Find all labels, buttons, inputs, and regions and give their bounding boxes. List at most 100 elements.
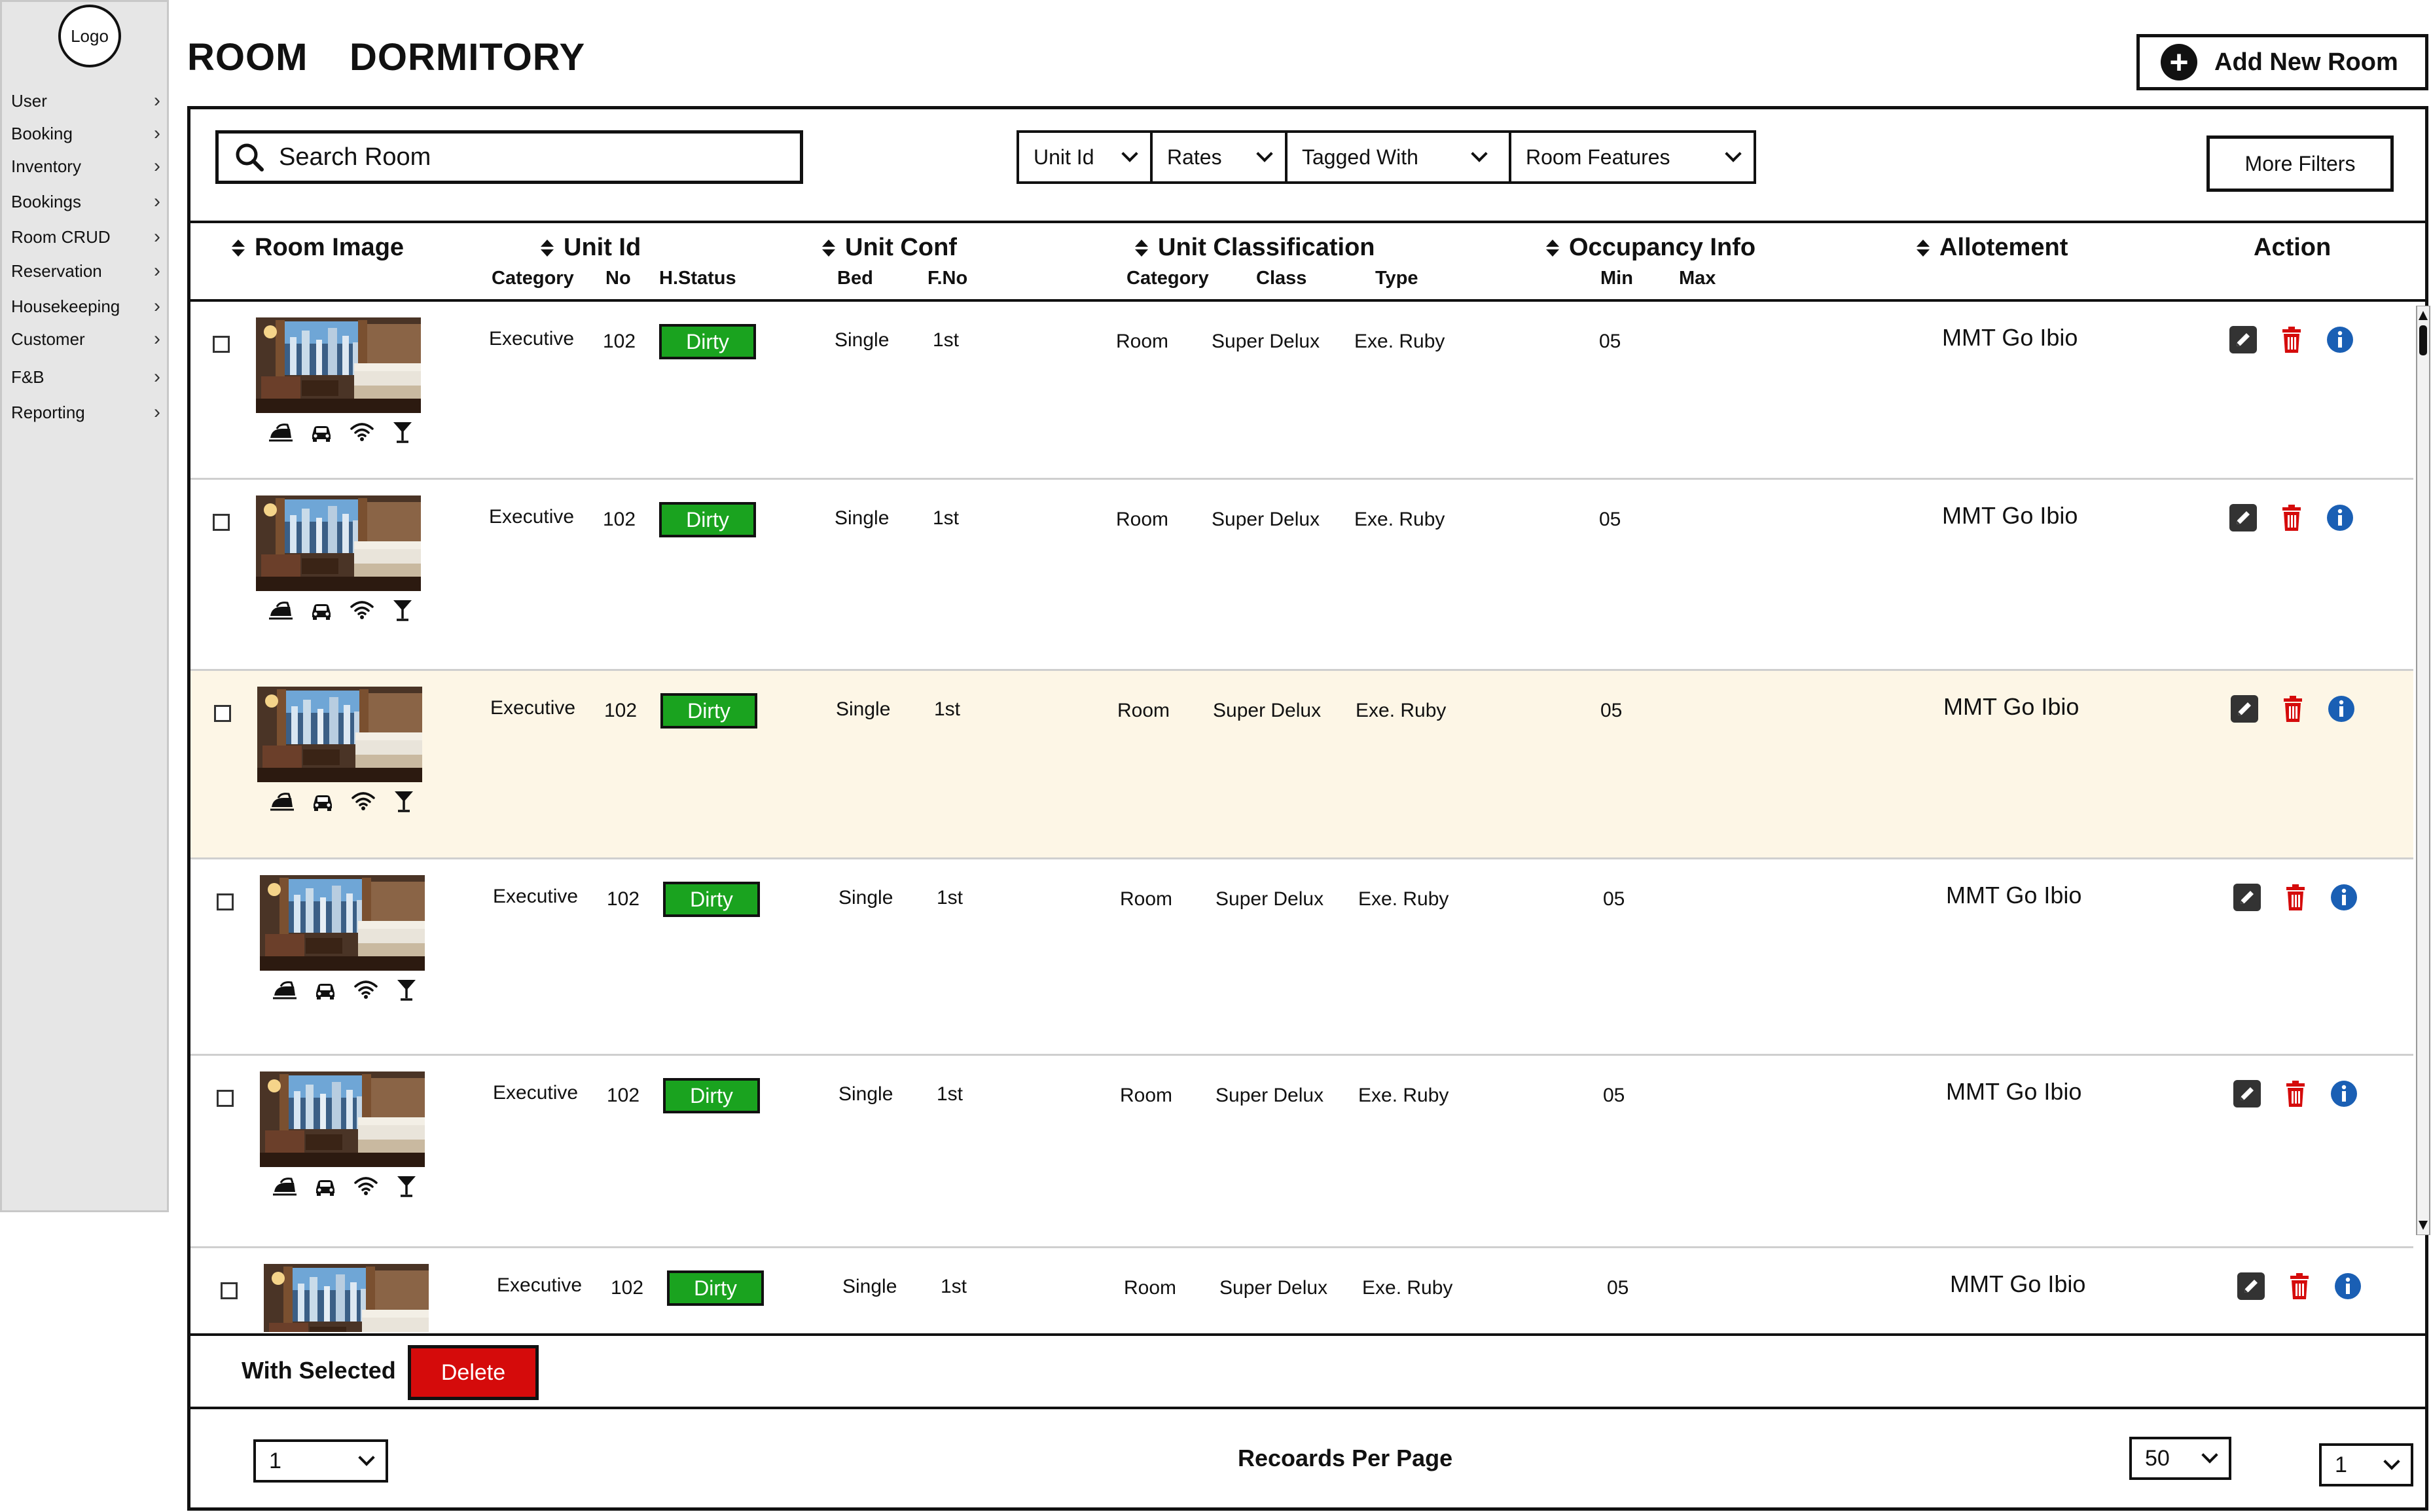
table-row[interactable]: Executive 102 Dirty Single 1st Room Super Delu… [190, 480, 2413, 671]
sidebar-item-inventory[interactable]: Inventory › [11, 153, 162, 180]
col-room-image: Room Image [231, 234, 404, 262]
chevron-down-icon [2201, 1447, 2218, 1464]
delete-icon[interactable] [2285, 1272, 2314, 1301]
sidebar-item-customer[interactable]: Customer › [11, 325, 162, 353]
table-row[interactable]: Executive 102 Dirty Single 1st Room Super Delu… [190, 1056, 2413, 1248]
table-row[interactable]: Executive 102 Dirty Single 1st Room Super Delu… [190, 302, 2413, 480]
tab-dormitory[interactable]: DORMITORY [350, 35, 585, 79]
search-icon [236, 143, 264, 171]
edit-icon[interactable] [2233, 1079, 2261, 1108]
sort-icon[interactable] [540, 239, 554, 257]
page-select-left-value: 1 [269, 1448, 281, 1473]
status-badge: Dirty [660, 693, 757, 729]
row-checkbox[interactable] [217, 893, 234, 910]
sort-icon[interactable] [1916, 239, 1930, 257]
search-input[interactable] [279, 143, 789, 171]
records-per-page-select[interactable]: 50 [2129, 1437, 2231, 1480]
page-select-left[interactable]: 1 [253, 1439, 388, 1483]
tab-room[interactable]: ROOM [187, 35, 308, 79]
more-filters-button[interactable]: More Filters [2206, 135, 2394, 192]
sort-icon[interactable] [231, 239, 245, 257]
amenities [272, 979, 420, 1006]
delete-icon[interactable] [2277, 503, 2306, 532]
delete-icon[interactable] [2281, 883, 2310, 912]
sidebar-item-reservation[interactable]: Reservation › [11, 257, 162, 285]
room-image[interactable] [260, 875, 425, 971]
chevron-down-icon [358, 1449, 375, 1466]
info-icon[interactable] [2330, 883, 2358, 912]
cocktail-icon [389, 421, 416, 448]
unit-id-dropdown[interactable]: Unit Id [1017, 130, 1153, 184]
room-type: Exe. Ruby [1358, 1085, 1449, 1106]
room-image[interactable] [260, 1071, 425, 1167]
row-checkbox[interactable] [214, 705, 231, 722]
bed-type: Single [835, 329, 890, 351]
room-category: Executive [497, 1274, 583, 1296]
row-checkbox[interactable] [213, 514, 230, 531]
sidebar-item-f-b[interactable]: F&B › [11, 363, 162, 391]
room-image[interactable] [256, 495, 421, 591]
rates-dropdown[interactable]: Rates [1150, 130, 1288, 184]
delete-icon[interactable] [2277, 325, 2306, 354]
room-type: Exe. Ruby [1354, 509, 1445, 530]
row-checkbox[interactable] [213, 336, 230, 353]
search-box[interactable] [215, 130, 803, 184]
wifi-icon [353, 979, 379, 1006]
table-row[interactable]: Executive 102 Dirty Single 1st Room Super Delu… [190, 859, 2413, 1056]
iron-icon [269, 790, 295, 818]
chevron-down-icon [2383, 1453, 2400, 1470]
sidebar-item-reporting[interactable]: Reporting › [11, 399, 162, 426]
room-image[interactable] [264, 1264, 429, 1332]
sort-icon[interactable] [1134, 239, 1149, 257]
sidebar-item-booking[interactable]: Booking › [11, 120, 162, 147]
row-checkbox[interactable] [221, 1282, 238, 1299]
info-icon[interactable] [2330, 1079, 2358, 1108]
delete-icon[interactable] [2281, 1079, 2310, 1108]
info-icon[interactable] [2333, 1272, 2362, 1301]
info-icon[interactable] [2326, 325, 2354, 354]
records-per-page-value: 50 [2145, 1445, 2170, 1471]
sidebar-item-room-crud[interactable]: Room CRUD › [11, 223, 162, 251]
rates-dropdown-label: Rates [1167, 145, 1222, 169]
room-features-dropdown[interactable]: Room Features [1509, 130, 1756, 184]
room-category: Executive [489, 328, 575, 350]
add-new-room-button[interactable]: + Add New Room [2136, 34, 2428, 90]
sub-min: Min [1600, 268, 1633, 289]
car-icon [308, 599, 334, 626]
edit-icon[interactable] [2230, 694, 2259, 723]
table-row[interactable]: Executive 102 Dirty Single 1st Room Super Delu… [190, 1248, 2413, 1332]
room-image[interactable] [257, 687, 422, 782]
class-category: Room [1120, 888, 1173, 910]
edit-icon[interactable] [2237, 1272, 2265, 1301]
sidebar-item-bookings[interactable]: Bookings › [11, 188, 162, 215]
info-icon[interactable] [2327, 694, 2356, 723]
delete-icon[interactable] [2278, 694, 2307, 723]
chevron-right-icon: › [154, 295, 160, 317]
tagged-with-dropdown[interactable]: Tagged With [1285, 130, 1511, 184]
class-category: Room [1117, 700, 1170, 721]
edit-icon[interactable] [2233, 883, 2261, 912]
rooms-panel: Unit Id Rates Tagged With Room Features … [187, 106, 2431, 1511]
col-unit-id: Unit Id [540, 234, 641, 262]
edit-icon[interactable] [2229, 503, 2258, 532]
vertical-scrollbar[interactable] [2415, 306, 2431, 1235]
sort-icon[interactable] [821, 239, 836, 257]
edit-icon[interactable] [2229, 325, 2258, 354]
page-select-right[interactable]: 1 [2319, 1443, 2413, 1486]
sidebar-item-label: Booking [11, 123, 73, 143]
room-image[interactable] [256, 317, 421, 413]
delete-button[interactable]: Delete [408, 1345, 539, 1400]
chevron-right-icon: › [154, 122, 160, 144]
sidebar-item-label: Reporting [11, 402, 85, 422]
sidebar-item-housekeeping[interactable]: Housekeeping › [11, 293, 162, 320]
sub-fno: F.No [927, 268, 968, 289]
class-category: Room [1116, 331, 1169, 352]
add-new-room-label: Add New Room [2214, 48, 2398, 76]
info-icon[interactable] [2326, 503, 2354, 532]
table-row[interactable]: Executive 102 Dirty Single 1st Room Super Delu… [190, 671, 2413, 859]
sidebar-item-user[interactable]: User › [11, 87, 162, 115]
chevron-down-icon [1471, 145, 1488, 162]
row-checkbox[interactable] [217, 1090, 234, 1107]
sort-icon[interactable] [1545, 239, 1560, 257]
floor-no: 1st [941, 1276, 967, 1297]
